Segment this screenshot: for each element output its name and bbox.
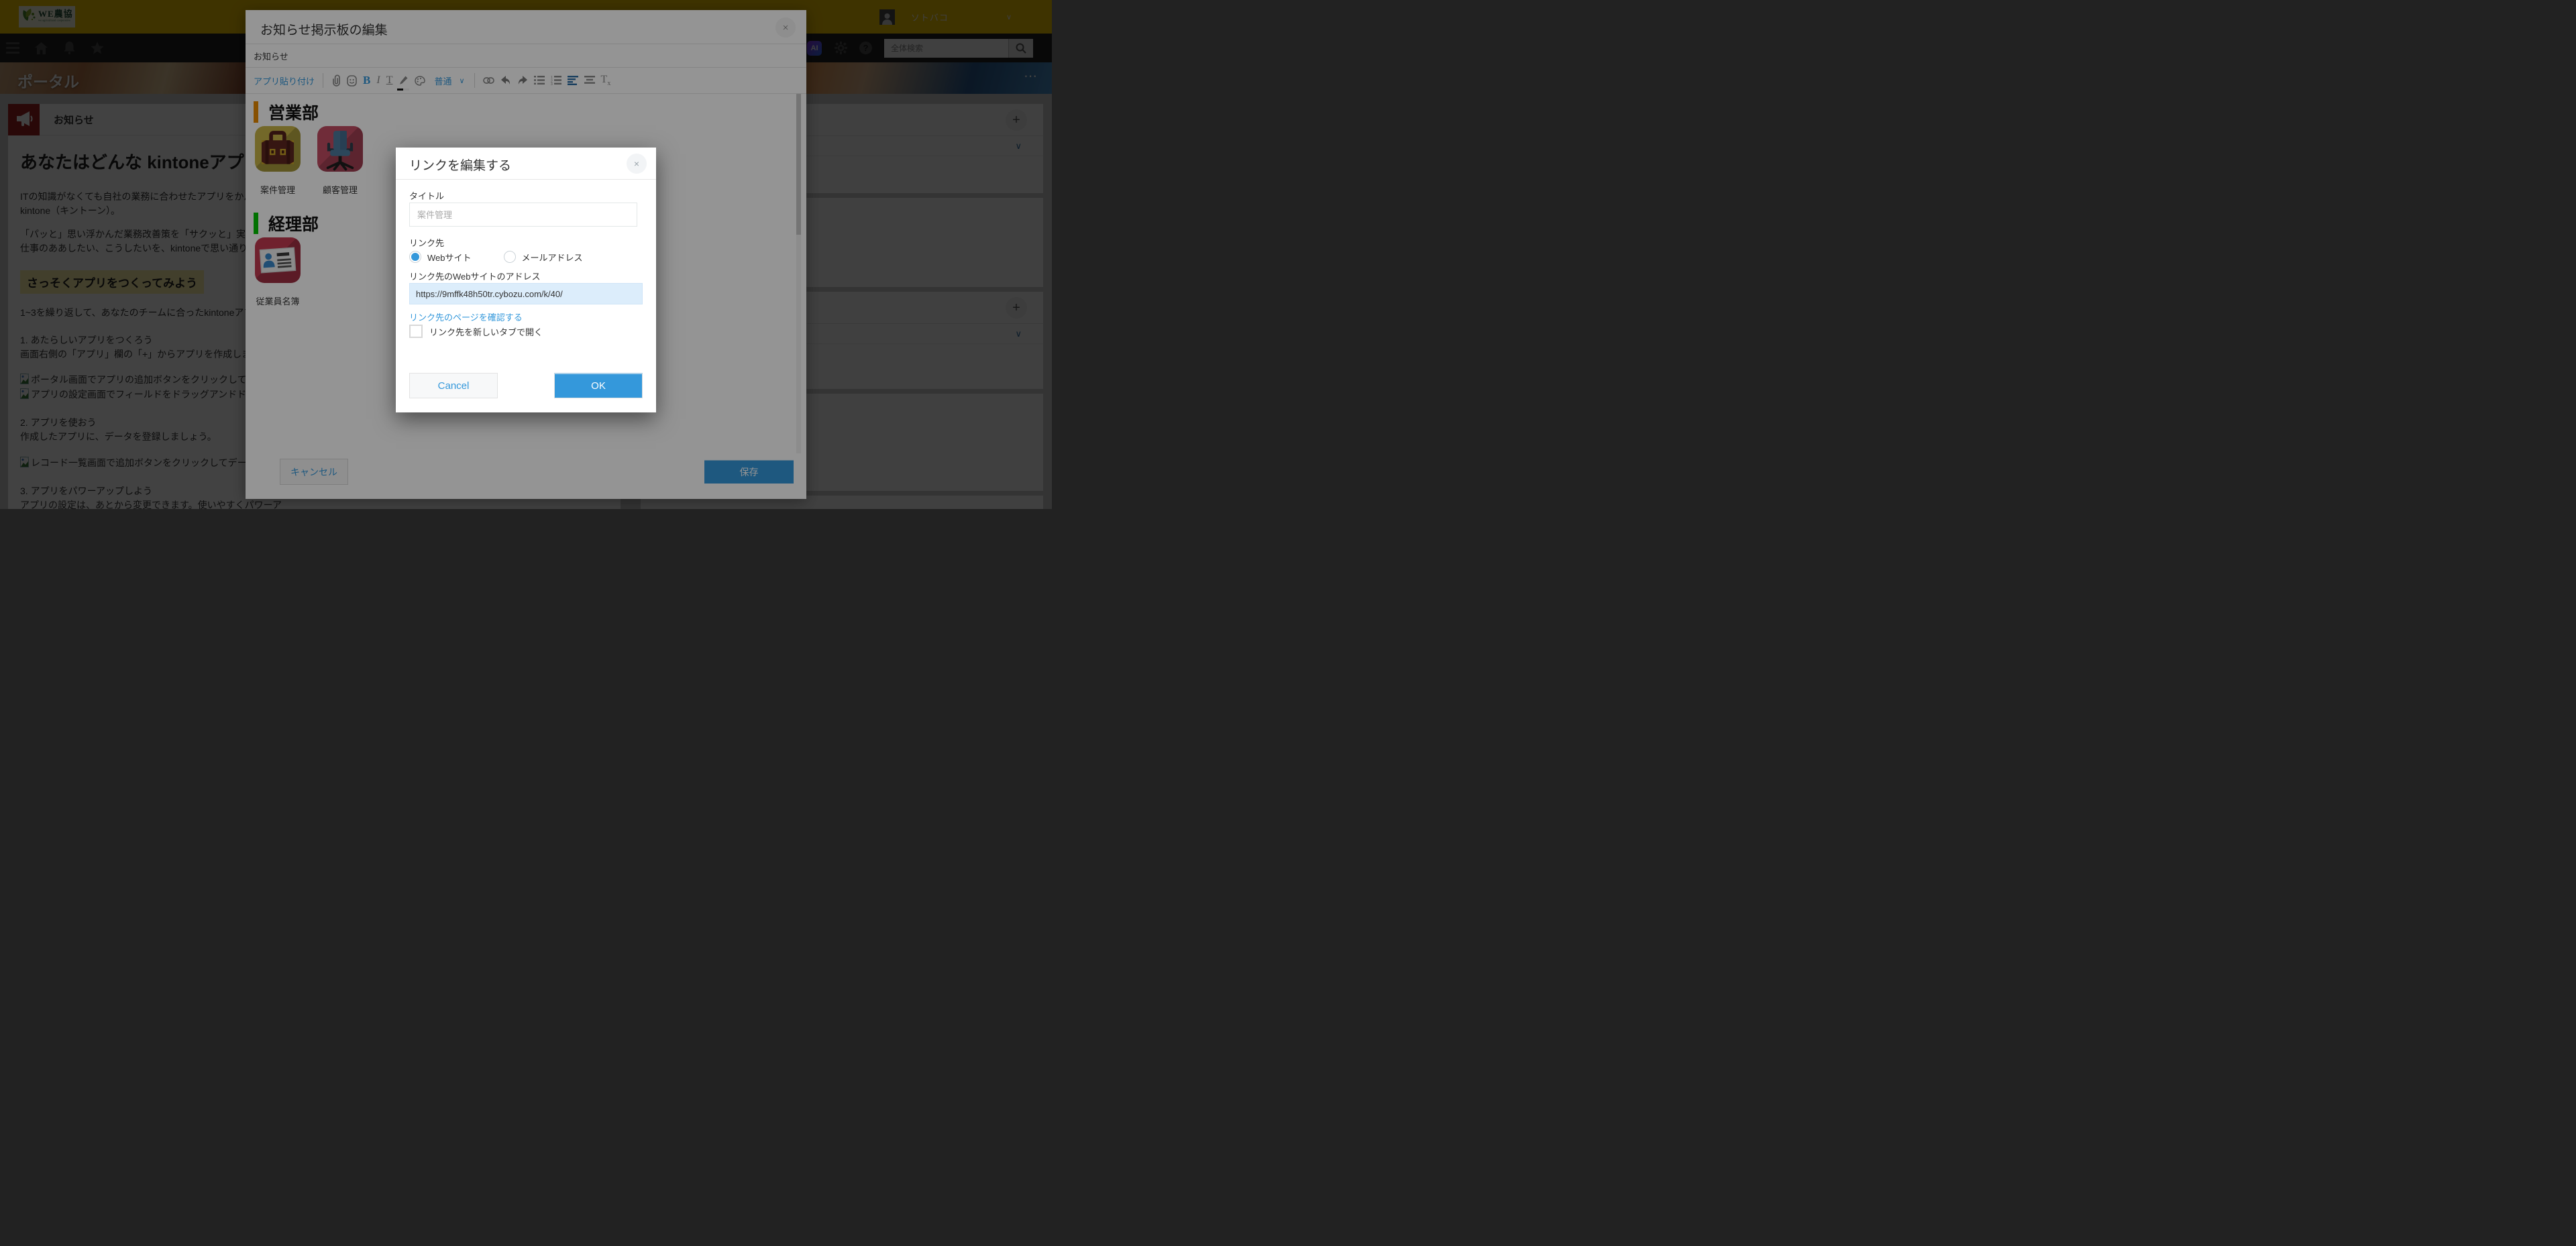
radio-website-label[interactable]: Webサイト [427,251,472,264]
link-address-input[interactable] [409,283,643,304]
link-title-input[interactable] [409,203,637,227]
new-tab-option: リンク先を新しいタブで開く [409,325,543,338]
screen: WE農協 we agricultural cooperative ソトバコ ∨ [0,0,1052,509]
radio-email[interactable] [504,251,516,263]
link-edit-dialog: リンクを編集する × タイトル リンク先 Webサイト メールアドレス リンク先… [396,148,656,412]
link-type-label: リンク先 [409,236,444,249]
title-field-label: タイトル [409,189,444,202]
radio-website[interactable] [409,251,421,263]
new-tab-label[interactable]: リンク先を新しいタブで開く [429,325,543,338]
close-icon[interactable]: × [627,154,647,174]
dialog-cancel-button[interactable]: Cancel [409,373,498,398]
new-tab-checkbox[interactable] [409,325,423,338]
address-field-label: リンク先のWebサイトのアドレス [409,270,541,282]
link-type-options: Webサイト メールアドレス [409,249,583,264]
verify-link[interactable]: リンク先のページを確認する [409,310,523,323]
dialog-title: リンクを編集する [409,156,511,174]
dialog-header: リンクを編集する × [396,148,656,180]
dialog-ok-button[interactable]: OK [554,373,643,398]
radio-email-label[interactable]: メールアドレス [522,251,583,264]
